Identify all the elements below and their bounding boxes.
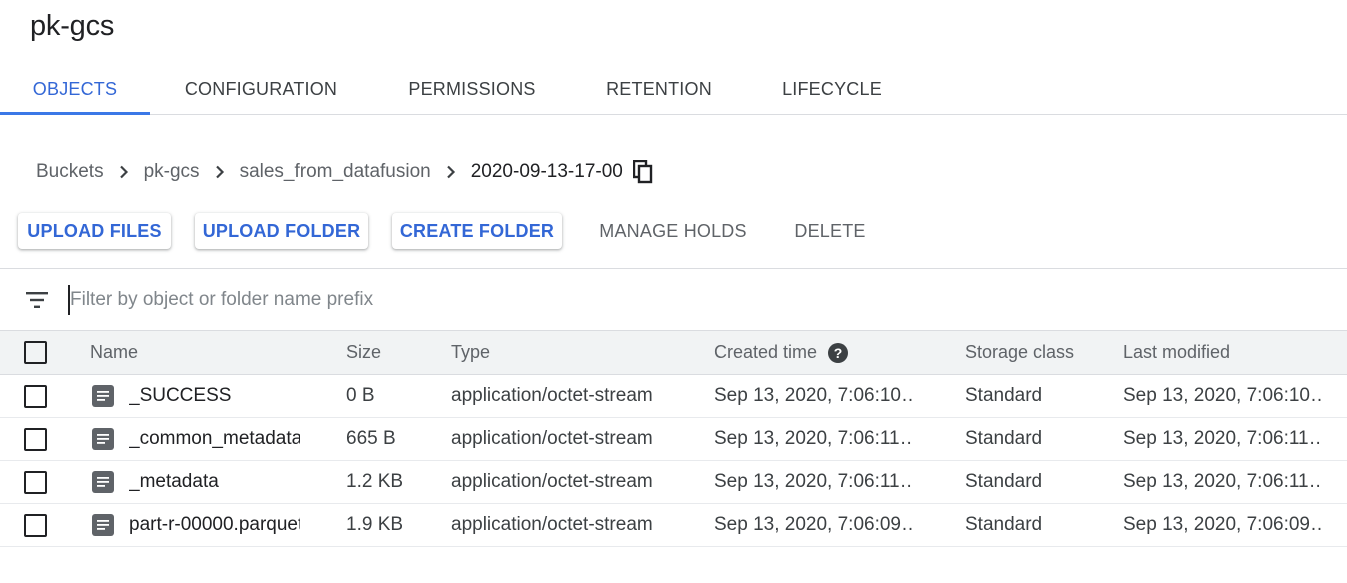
object-name-link[interactable]: _common_metadata (129, 428, 300, 450)
name-cell: _common_metadata (92, 418, 300, 460)
storage-cell: Standard (965, 471, 1043, 492)
size-cell: 1.9 KB (346, 514, 404, 535)
delete-button[interactable]: DELETE (780, 213, 880, 249)
name-cell: _SUCCESS (92, 375, 300, 417)
file-icon (92, 385, 114, 407)
type-cell: application/octet-stream (451, 471, 653, 492)
breadcrumb-buckets[interactable]: Buckets (36, 161, 104, 183)
tab-objects[interactable]: OBJECTS (0, 64, 150, 115)
created-cell: Sep 13, 2020, 7:06:11… (714, 428, 914, 449)
object-name-link[interactable]: _metadata (129, 471, 219, 493)
tab-permissions[interactable]: PERMISSIONS (393, 64, 551, 114)
page-title: pk-gcs (30, 10, 115, 42)
select-all-checkbox[interactable] (24, 341, 47, 364)
table-row[interactable]: _SUCCESS 0 B application/octet-stream Se… (0, 375, 1347, 418)
created-cell: Sep 13, 2020, 7:06:09… (714, 514, 914, 535)
row-checkbox-cell (24, 461, 48, 503)
table-row[interactable]: part-r-00000.parquet 1.9 KB application/… (0, 504, 1347, 547)
table-header: Name Size Type Created time ? Storage cl… (0, 330, 1347, 375)
object-name-link[interactable]: _SUCCESS (129, 385, 231, 407)
row-checkbox[interactable] (24, 513, 47, 537)
type-cell: application/octet-stream (451, 428, 653, 449)
tab-retention[interactable]: RETENTION (590, 64, 728, 114)
row-checkbox[interactable] (24, 470, 47, 494)
row-checkbox[interactable] (24, 427, 47, 451)
header-last-modified[interactable]: Last modified (1123, 331, 1323, 374)
objects-table: Name Size Type Created time ? Storage cl… (0, 330, 1347, 547)
row-checkbox-cell (24, 375, 48, 417)
header-size[interactable]: Size (346, 331, 436, 374)
modified-cell: Sep 13, 2020, 7:06:11… (1123, 428, 1323, 449)
help-icon[interactable]: ? (827, 342, 849, 364)
header-name[interactable]: Name (90, 331, 310, 374)
modified-cell: Sep 13, 2020, 7:06:10… (1123, 385, 1323, 406)
header-created-time[interactable]: Created time ? (714, 331, 914, 374)
storage-cell: Standard (965, 514, 1043, 535)
chevron-right-icon (104, 161, 144, 183)
modified-cell: Sep 13, 2020, 7:06:09… (1123, 514, 1323, 535)
created-cell: Sep 13, 2020, 7:06:11… (714, 471, 914, 492)
type-cell: application/octet-stream (451, 385, 653, 406)
type-cell: application/octet-stream (451, 514, 653, 535)
table-row[interactable]: _common_metadata 665 B application/octet… (0, 418, 1347, 461)
size-cell: 0 B (346, 385, 375, 406)
row-checkbox-cell (24, 418, 48, 460)
created-cell: Sep 13, 2020, 7:06:10… (714, 385, 914, 406)
breadcrumb-current-folder: 2020-09-13-17-00 (470, 161, 623, 182)
manage-holds-button[interactable]: MANAGE HOLDS (584, 213, 762, 249)
name-cell: part-r-00000.parquet (92, 504, 300, 546)
file-icon (92, 514, 114, 536)
object-name-link[interactable]: part-r-00000.parquet (129, 514, 300, 536)
storage-cell: Standard (965, 385, 1043, 406)
file-icon (92, 471, 114, 493)
select-all-cell (24, 331, 48, 374)
chevron-right-icon (200, 161, 240, 183)
filter-input[interactable] (68, 285, 768, 315)
tab-lifecycle[interactable]: LIFECYCLE (766, 64, 898, 114)
header-storage-class[interactable]: Storage class (965, 331, 1105, 374)
filter-list-icon[interactable] (26, 291, 48, 309)
storage-cell: Standard (965, 428, 1043, 449)
breadcrumb-bucket[interactable]: pk-gcs (144, 161, 200, 183)
create-folder-button[interactable]: CREATE FOLDER (392, 213, 562, 249)
row-checkbox[interactable] (24, 384, 47, 408)
filter-bar (0, 268, 1347, 330)
row-checkbox-cell (24, 504, 48, 546)
chevron-right-icon (431, 161, 471, 183)
breadcrumb: Buckets pk-gcs sales_from_datafusion 202… (36, 158, 653, 186)
svg-text:?: ? (834, 345, 843, 361)
size-cell: 1.2 KB (346, 471, 404, 492)
upload-folder-button[interactable]: UPLOAD FOLDER (195, 213, 368, 249)
upload-files-button[interactable]: UPLOAD FILES (18, 213, 171, 249)
size-cell: 665 B (346, 428, 396, 449)
copy-icon[interactable] (632, 159, 653, 184)
breadcrumb-folder[interactable]: sales_from_datafusion (240, 161, 431, 183)
file-icon (92, 428, 114, 450)
header-type[interactable]: Type (451, 331, 701, 374)
name-cell: _metadata (92, 461, 300, 503)
table-row[interactable]: _metadata 1.2 KB application/octet-strea… (0, 461, 1347, 504)
modified-cell: Sep 13, 2020, 7:06:11… (1123, 471, 1323, 492)
tab-configuration[interactable]: CONFIGURATION (168, 64, 354, 114)
tab-bar: OBJECTS CONFIGURATION PERMISSIONS RETENT… (0, 64, 1347, 115)
header-created-label: Created time (714, 342, 818, 362)
